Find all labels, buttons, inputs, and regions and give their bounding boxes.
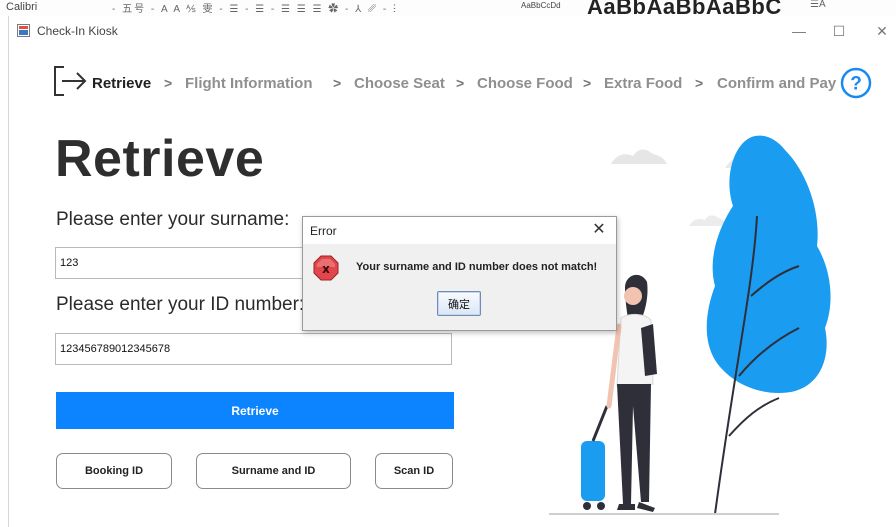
ribbon-toolbar-glyphs: - 五号 - A A ⅍ 雯 - ☰ - ☰ - ☰ ☰ ☰ ✿ - ⅄ ␥ -…	[112, 4, 399, 15]
id-number-input[interactable]	[55, 333, 452, 365]
breadcrumb-separator: >	[164, 75, 173, 91]
breadcrumb-step-retrieve[interactable]: Retrieve	[92, 75, 151, 92]
dialog-close-button[interactable]: ✕	[588, 220, 610, 240]
scan-id-button[interactable]: Scan ID	[375, 453, 453, 489]
surname-and-id-button[interactable]: Surname and ID	[196, 453, 351, 489]
tree-branch	[728, 397, 780, 437]
breadcrumb-separator: >	[695, 75, 704, 91]
svg-text:x: x	[322, 262, 330, 276]
dialog-titlebar[interactable]: Error ✕	[303, 217, 616, 244]
svg-text:?: ?	[850, 74, 862, 95]
error-icon: x	[313, 255, 339, 281]
tree-canopy	[706, 135, 831, 393]
cloud-shape	[611, 149, 667, 164]
retrieve-button[interactable]: Retrieve	[56, 392, 454, 429]
exit-icon[interactable]	[53, 65, 89, 97]
breadcrumb-step-choose-seat[interactable]: Choose Seat	[354, 75, 445, 92]
minimize-button[interactable]: —	[784, 21, 814, 41]
dialog-message: Your surname and ID number does not matc…	[356, 261, 598, 273]
person-shoe	[637, 502, 655, 512]
breadcrumb-step-confirm-and-pay[interactable]: Confirm and Pay	[717, 75, 836, 92]
window-titlebar[interactable]: Check-In Kiosk — ☐ ✕	[9, 16, 896, 46]
breadcrumb-separator: >	[333, 75, 342, 91]
cloud-shape	[689, 215, 727, 226]
surname-label: Please enter your surname:	[56, 209, 290, 230]
app-icon	[17, 24, 30, 37]
suitcase-handle	[591, 405, 609, 442]
booking-id-button[interactable]: Booking ID	[56, 453, 172, 489]
error-dialog: Error ✕ x Your surname and ID number doe…	[302, 216, 617, 331]
ok-button[interactable]: 确定	[437, 291, 481, 316]
person-legs	[617, 384, 651, 504]
ribbon-right-glyph: ☰A	[810, 0, 826, 10]
person-head	[624, 287, 642, 305]
kiosk-window: Check-In Kiosk — ☐ ✕ Retrieve > Flight I…	[8, 16, 896, 527]
help-icon[interactable]: ?	[840, 67, 872, 99]
breadcrumb-separator: >	[583, 75, 592, 91]
breadcrumb-step-flight-information[interactable]: Flight Information	[185, 75, 312, 92]
ribbon-style-preview-small: AaBbCcDd	[521, 1, 561, 10]
id-number-label: Please enter your ID number:	[56, 294, 305, 315]
close-button[interactable]: ✕	[867, 21, 896, 41]
ribbon-font-name: Calibri	[6, 1, 38, 13]
suitcase	[581, 441, 605, 501]
dialog-title: Error	[310, 224, 337, 238]
page-title: Retrieve	[55, 130, 265, 188]
breadcrumb-step-choose-food[interactable]: Choose Food	[477, 75, 573, 92]
breadcrumb-step-extra-food[interactable]: Extra Food	[604, 75, 682, 92]
person-shoe	[617, 504, 635, 510]
window-title: Check-In Kiosk	[37, 24, 118, 38]
background-ribbon: Calibri - 五号 - A A ⅍ 雯 - ☰ - ☰ - ☰ ☰ ☰ ✿…	[0, 0, 896, 16]
breadcrumb-separator: >	[456, 75, 465, 91]
maximize-button[interactable]: ☐	[824, 21, 854, 41]
ribbon-style-preview-big: AaBbAaBbAaBbC	[587, 0, 782, 16]
